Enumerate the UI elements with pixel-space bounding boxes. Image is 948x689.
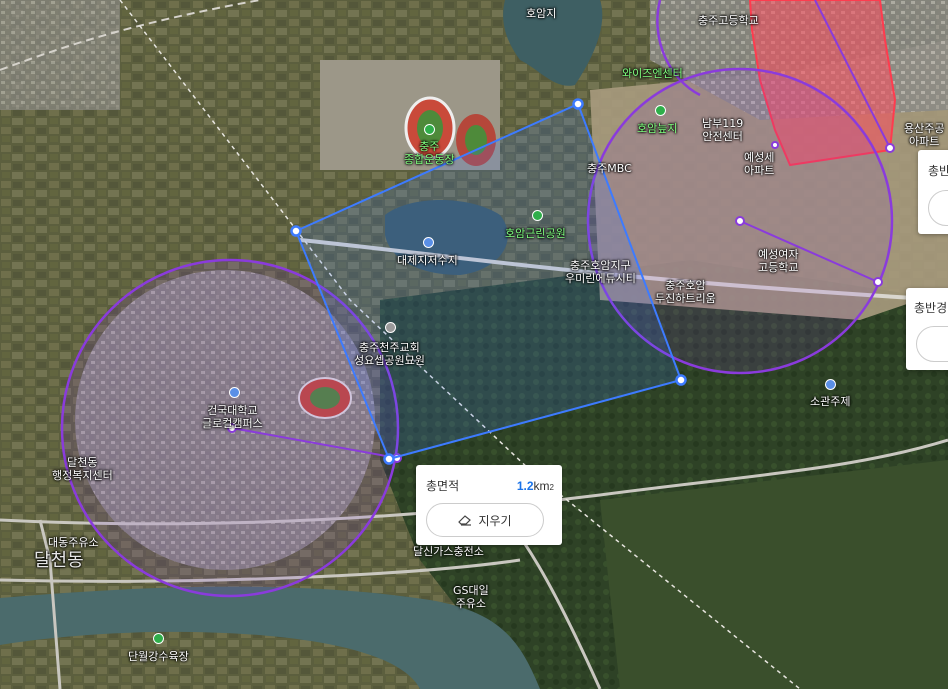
radius-label: 총반경: [914, 301, 948, 315]
radius-label: 총반경: [928, 164, 948, 178]
map-label-daedong-gas[interactable]: 대동주유소: [48, 536, 99, 549]
area-unit: km: [533, 479, 550, 493]
polygon-vertex[interactable]: [383, 453, 395, 465]
northwest-urban: [0, 0, 120, 110]
area-measure-popup: 총면적 1.2 km 2 지우기: [416, 465, 562, 545]
reservoir-poi-icon[interactable]: [423, 237, 434, 248]
map-label-udimel-city[interactable]: 충주호암지구 우미린에듀시티: [565, 259, 636, 285]
map-label-chungju-mbc[interactable]: 충주MBC: [587, 162, 632, 175]
map-label-homam-park[interactable]: 호암근린공원: [505, 227, 566, 240]
satellite-map[interactable]: 호암지 충주고등학교 와이즈엔센터 호암늪지 남부119 안전센터 용산주공 아…: [0, 0, 948, 689]
map-label-gs-gas[interactable]: GS대일 주유소: [453, 584, 489, 610]
map-label-dalsin-gas[interactable]: 달신가스충전소: [413, 545, 484, 558]
area-label: 총면적: [426, 479, 460, 493]
radius-handle-homam[interactable]: [873, 277, 883, 287]
map-label-chungju-stadium[interactable]: 충주 종합운동장: [404, 140, 455, 166]
polygon-vertex[interactable]: [572, 98, 584, 110]
map-label-wise-center[interactable]: 와이즈엔센터: [622, 67, 683, 80]
map-label-cathedral[interactable]: 충주천주교회 성요셉공원묘원: [354, 341, 425, 367]
map-label-dusan-heritage[interactable]: 충주호암 두진하트리움: [655, 279, 716, 305]
radius-popup-homam: 총반경: [906, 288, 948, 370]
map-label-konkuk[interactable]: 건국대학교 글로컬캠퍼스: [202, 404, 263, 430]
map-label-yesung-apt[interactable]: 예성세 아파트: [744, 151, 774, 177]
map-label-sogwan-jeje[interactable]: 소관주제: [810, 395, 850, 408]
map-label-yongsan-apt[interactable]: 용산주공 아파트: [904, 122, 944, 148]
area-row: 총면적 1.2 km 2: [426, 477, 554, 494]
map-label-chungju-high[interactable]: 충주고등학교: [698, 14, 759, 27]
clear-button[interactable]: 지우기: [426, 503, 544, 537]
map-label-danwol-field[interactable]: 단월강수육장: [128, 650, 189, 663]
area-value: 1.2: [516, 479, 534, 493]
eraser-icon: [458, 515, 472, 526]
radius-handle-north[interactable]: [885, 143, 895, 153]
polygon-vertex[interactable]: [290, 225, 302, 237]
area-unit-sup: 2: [549, 483, 554, 492]
map-label-namboo-119[interactable]: 남부119 안전센터: [702, 117, 743, 143]
field-poi-icon[interactable]: [153, 633, 164, 644]
wetland-poi-icon[interactable]: [655, 105, 666, 116]
map-label-dalcheon-dong[interactable]: 달천동: [34, 551, 84, 571]
map-label-daeje-reservoir[interactable]: 대제지저수지: [397, 254, 458, 267]
map-label-homam-pond[interactable]: 호암지: [526, 7, 556, 20]
map-label-dalcheon-center[interactable]: 달천동 행정복지센터: [52, 456, 113, 482]
radius-center-homam[interactable]: [735, 216, 745, 226]
university-poi-icon[interactable]: [229, 387, 240, 398]
church-poi-icon[interactable]: [385, 322, 396, 333]
radius-center-north[interactable]: [771, 141, 779, 149]
stadium-poi-icon[interactable]: [424, 124, 435, 135]
polygon-vertex[interactable]: [675, 374, 687, 386]
map-label-yesung-girls[interactable]: 예성여자 고등학교: [758, 248, 798, 274]
radius-popup-north: 총반경: [918, 150, 948, 234]
forest-area-south: [600, 460, 948, 689]
radius-clear-button[interactable]: [916, 326, 948, 362]
clear-button-label: 지우기: [478, 513, 512, 528]
park-poi-icon[interactable]: [532, 210, 543, 221]
sogwan-poi-icon[interactable]: [825, 379, 836, 390]
map-label-homam-wetland[interactable]: 호암늪지: [637, 122, 677, 135]
radius-clear-button[interactable]: [928, 190, 948, 226]
